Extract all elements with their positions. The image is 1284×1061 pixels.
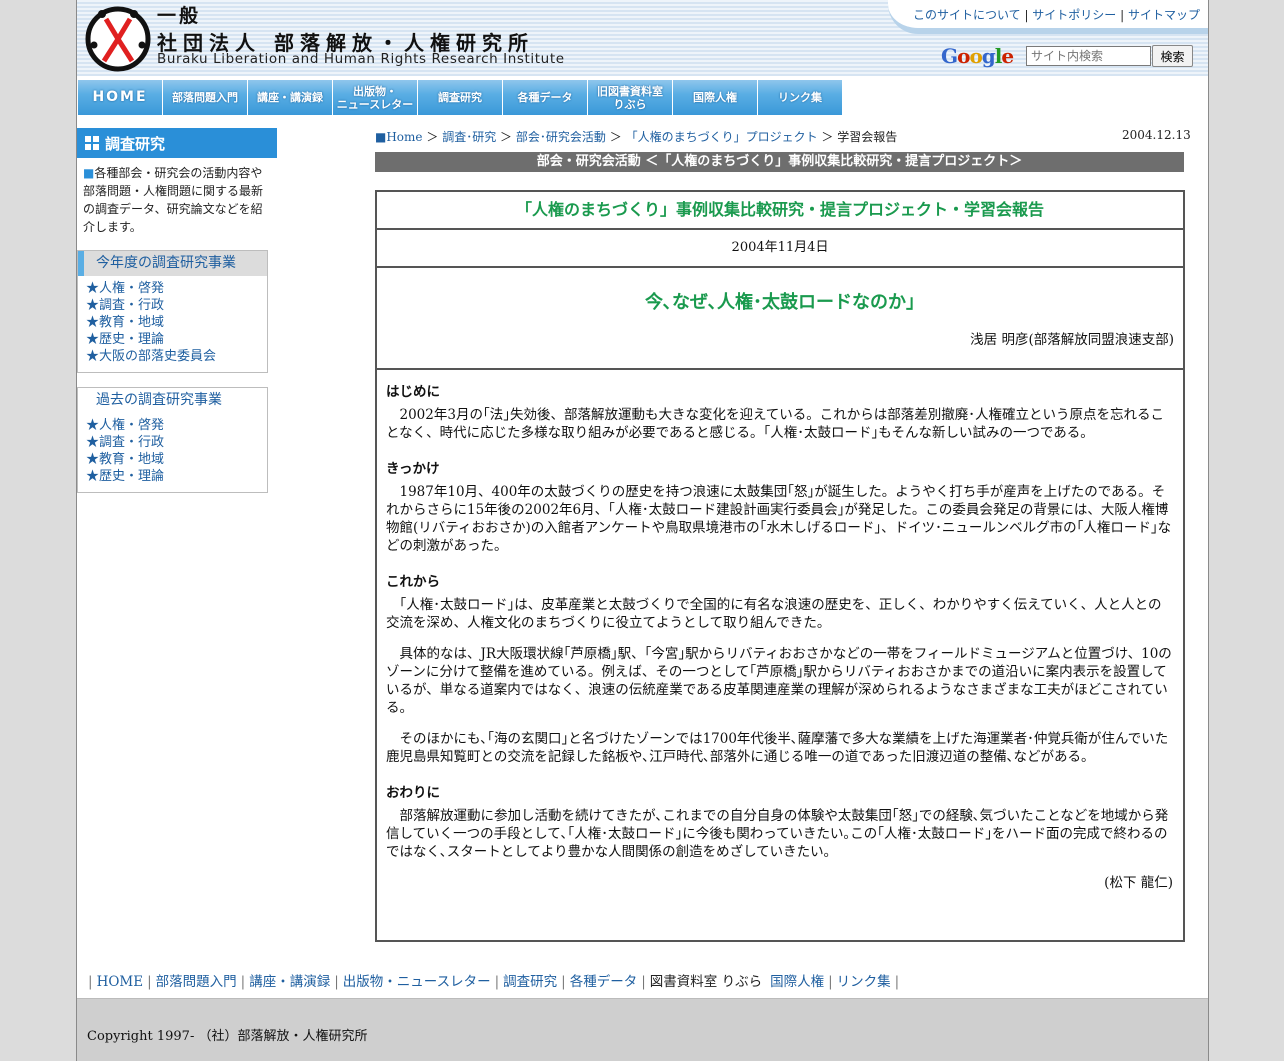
footer-publications-link[interactable]: 出版物・ニュースレター xyxy=(339,974,495,990)
google-logo: Google xyxy=(941,44,1014,68)
past-projects-box: 過去の調査研究事業 ★人権・啓発 ★調査・行政 ★教育・地域 ★歴史・理論 xyxy=(77,387,268,493)
page: 一般 社団法人 部落解放・人権研究所 Buraku Liberation and… xyxy=(76,0,1209,1061)
paragraph: 2002年3月の｢法｣失効後、部落解放運動も大きな変化を迎えている。これからは部… xyxy=(386,407,1165,441)
star-icon: ★ xyxy=(86,332,100,347)
breadcrumb-current: 学習会報告 xyxy=(837,130,898,144)
policy-link[interactable]: サイトポリシー xyxy=(1032,8,1116,22)
search-button[interactable]: 検索 xyxy=(1152,45,1193,67)
article-author: 浅居 明彦(部落解放同盟浪速支部) xyxy=(970,332,1174,348)
article-signature: (松下 龍仁) xyxy=(1104,875,1173,891)
list-item[interactable]: ★調査・行政 xyxy=(86,297,267,314)
list-item[interactable]: ★人権・啓発 xyxy=(86,417,267,434)
utility-links: このサイトについて | サイトポリシー | サイトマップ xyxy=(912,8,1200,22)
star-icon: ★ xyxy=(86,435,100,450)
footer: Copyright 1997- （社）部落解放・人権研究所 xyxy=(77,998,1208,1061)
article-title: 「人権のまちづくり」事例収集比較研究・提言プロジェクト・学習会報告 xyxy=(377,192,1183,230)
nav-international[interactable]: 国際人権 xyxy=(673,80,757,115)
footer-library-text: 図書資料室 りぶら xyxy=(649,974,763,990)
main-nav: HOME 部落問題入門 講座・講演録 出版物・ ニュースレター 調査研究 各種デ… xyxy=(78,80,843,115)
past-projects-title: 過去の調査研究事業 xyxy=(96,392,222,408)
footer-research-link[interactable]: 調査研究 xyxy=(499,974,561,990)
nav-library[interactable]: 旧図書資料室 りぶら xyxy=(588,80,672,115)
nav-publications[interactable]: 出版物・ ニュースレター xyxy=(333,80,417,115)
search-input[interactable] xyxy=(1026,46,1151,66)
nav-links[interactable]: リンク集 xyxy=(758,80,842,115)
footer-lectures-link[interactable]: 講座・講演録 xyxy=(245,974,334,990)
footer-intro-link[interactable]: 部落問題入門 xyxy=(152,974,241,990)
star-icon: ★ xyxy=(86,281,100,296)
past-projects-list: ★人権・啓発 ★調査・行政 ★教育・地域 ★歴史・理論 xyxy=(86,417,267,485)
nav-data[interactable]: 各種データ xyxy=(503,80,587,115)
breadcrumb-project[interactable]: 「人権のまちづくり」プロジェクト xyxy=(626,130,818,144)
list-item[interactable]: ★人権・啓発 xyxy=(86,280,267,297)
nav-buraku-intro[interactable]: 部落問題入門 xyxy=(163,80,247,115)
breadcrumb-home[interactable]: ■Home xyxy=(375,130,423,144)
paragraph: 部落解放運動に参加し活動を続けてきたが､これまでの自分自身の体験や太鼓集団｢怒｣… xyxy=(386,808,1169,860)
sidebar-heading: 調査研究 xyxy=(77,128,277,158)
list-item[interactable]: ★教育・地域 xyxy=(86,314,267,331)
copyright: Copyright 1997- （社）部落解放・人権研究所 xyxy=(87,1029,368,1044)
list-item[interactable]: ★調査・行政 xyxy=(86,434,267,451)
breadcrumb: ■Home ＞ 調査･研究 ＞ 部会･研究会活動 ＞ 「人権のまちづくり」プロジ… xyxy=(375,130,898,144)
footer-data-link[interactable]: 各種データ xyxy=(566,974,642,990)
star-icon: ★ xyxy=(86,469,100,484)
logo-icon[interactable] xyxy=(84,5,154,73)
footer-nav: | HOME | 部落問題入門 | 講座・講演録 | 出版物・ニュースレター | 調査研究 | 各種デ… xyxy=(88,974,900,990)
article-body: はじめに 2002年3月の｢法｣失効後、部落解放運動も大きな変化を迎えている。こ… xyxy=(377,370,1183,892)
article-date: 2004年11月4日 xyxy=(377,230,1183,268)
paragraph: ｢人権･太鼓ロード｣は、皮革産業と太鼓づくりで全国的に有名な浪速の歴史を、正しく… xyxy=(386,597,1162,631)
logo-line1: 一般 xyxy=(157,5,202,27)
breadcrumb-research[interactable]: 調査･研究 xyxy=(442,130,496,144)
nav-home[interactable]: HOME xyxy=(78,80,162,115)
footer-international-link[interactable]: 国際人権 xyxy=(766,974,828,990)
sidebar-description-text: 各種部会・研究会の活動内容や部落問題・人権問題に関する最新の調査データ、研究論文… xyxy=(83,166,264,234)
section-heading: おわりに xyxy=(386,785,440,801)
section-bar: 部会・研究会活動 ＜「人権のまちづくり」事例収集比較研究・提言プロジェクト＞ xyxy=(375,152,1184,172)
section-heading: はじめに xyxy=(386,384,440,400)
star-icon: ★ xyxy=(86,349,100,364)
breadcrumb-activities[interactable]: 部会･研究会活動 xyxy=(516,130,606,144)
nav-research[interactable]: 調査研究 xyxy=(418,80,502,115)
about-link[interactable]: このサイトについて xyxy=(913,8,1021,22)
list-item[interactable]: ★歴史・理論 xyxy=(86,468,267,485)
article-heading-block: 今､なぜ､人権･太鼓ロードなのか｣ 浅居 明彦(部落解放同盟浪速支部) xyxy=(377,268,1183,370)
list-item[interactable]: ★教育・地域 xyxy=(86,451,267,468)
list-item[interactable]: ★歴史・理論 xyxy=(86,331,267,348)
sidebar-description: ■各種部会・研究会の活動内容や部落問題・人権問題に関する最新の調査データ、研究論… xyxy=(83,164,269,236)
sitemap-link[interactable]: サイトマップ xyxy=(1128,8,1200,22)
section-heading: これから xyxy=(386,574,440,590)
sidebar-heading-label: 調査研究 xyxy=(105,134,166,153)
current-projects-list: ★人権・啓発 ★調査・行政 ★教育・地域 ★歴史・理論 ★大阪の部落史委員会 xyxy=(86,280,267,365)
paragraph: 具体的なは、JR大阪環状線｢芦原橋｣駅、｢今宮｣駅からリバティおおさかなどの一帯… xyxy=(386,646,1172,716)
grid-icon xyxy=(85,136,99,150)
square-bullet-icon: ■ xyxy=(83,166,95,180)
header: 一般 社団法人 部落解放・人権研究所 Buraku Liberation and… xyxy=(77,0,1208,76)
utility-bar: このサイトについて | サイトポリシー | サイトマップ xyxy=(888,0,1208,34)
section-heading: きっかけ xyxy=(386,461,440,477)
star-icon: ★ xyxy=(86,298,100,313)
star-icon: ★ xyxy=(86,452,100,467)
paragraph: 1987年10月、400年の太鼓づくりの歴史を持つ浪速に太鼓集団｢怒｣が誕生した… xyxy=(386,484,1172,554)
star-icon: ★ xyxy=(86,418,100,433)
list-item[interactable]: ★大阪の部落史委員会 xyxy=(86,348,267,365)
star-icon: ★ xyxy=(86,315,100,330)
article-heading: 今､なぜ､人権･太鼓ロードなのか｣ xyxy=(645,292,915,313)
footer-home-link[interactable]: HOME xyxy=(93,974,148,990)
paragraph: そのほかにも､｢海の玄関口｣と名づけたゾーンでは1700年代後半､薩摩藩で多大な… xyxy=(386,731,1169,765)
current-projects-box: 今年度の調査研究事業 ★人権・啓発 ★調査・行政 ★教育・地域 ★歴史・理論 ★… xyxy=(77,250,268,373)
nav-lectures[interactable]: 講座・講演録 xyxy=(248,80,332,115)
update-date: 2004.12.13 xyxy=(1122,128,1191,142)
logo-english: Buraku Liberation and Human Rights Resea… xyxy=(157,51,565,67)
article: 「人権のまちづくり」事例収集比較研究・提言プロジェクト・学習会報告 2004年1… xyxy=(375,190,1185,942)
current-projects-title: 今年度の調査研究事業 xyxy=(78,251,267,276)
footer-links-link[interactable]: リンク集 xyxy=(833,974,895,990)
